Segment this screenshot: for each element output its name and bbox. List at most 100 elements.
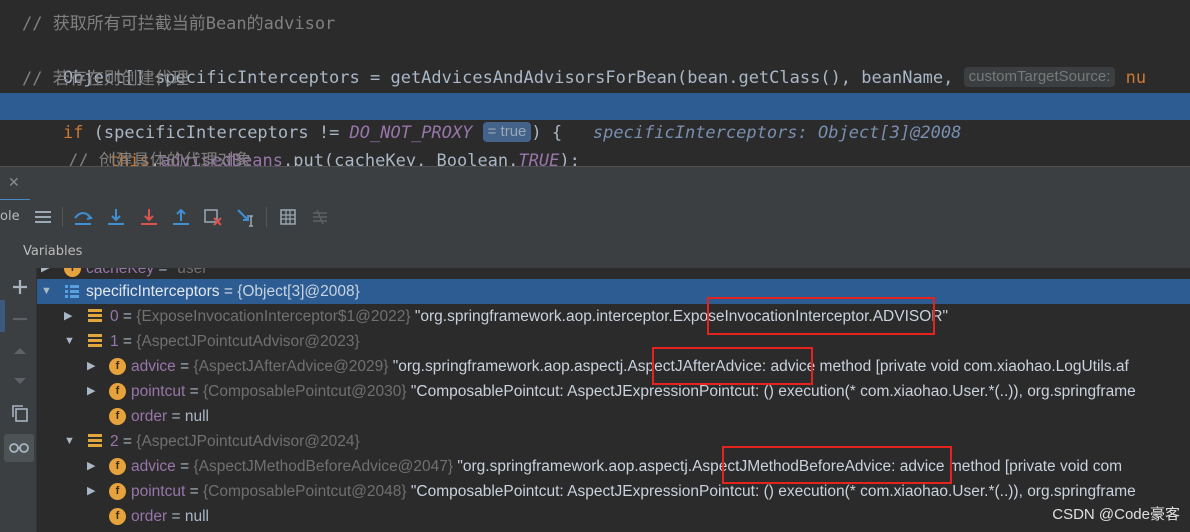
var-eq: = [118, 333, 137, 350]
remove-watch-icon[interactable] [9, 308, 31, 330]
var-ref: {ComposablePointcut@2030} [202, 383, 407, 400]
highlight-box-before-advice [722, 446, 952, 484]
var-eq: = [154, 268, 172, 277]
var-string: "ComposablePointcut: AspectJExpressionPo… [406, 483, 1136, 500]
variables-title: Variables [23, 244, 83, 259]
expand-arrow-icon[interactable]: ▶ [87, 479, 95, 504]
array-element-icon [88, 334, 102, 348]
var-name: pointcut [131, 383, 186, 400]
var-ref: {ComposablePointcut@2048} [202, 483, 407, 500]
tree-row-order[interactable]: f order = null [37, 404, 1190, 429]
field-icon: f [109, 483, 126, 500]
var-name: 1 [110, 333, 119, 350]
var-string: "org.springframework.aop.aspect [388, 358, 620, 375]
var-ref: {AspectJPointcutAdvisor@2024} [136, 433, 360, 450]
var-eq: = [167, 508, 185, 525]
array-icon [65, 285, 79, 298]
tree-row-pointcut[interactable]: ▶ f pointcut = {ComposablePointcut@2048}… [37, 479, 1190, 504]
code-comment-line: // 创建具体的代理对象 [68, 151, 252, 166]
field-icon: f [109, 358, 126, 375]
var-name: specificInterceptors [86, 283, 220, 300]
field-icon: f [109, 383, 126, 400]
add-watch-icon[interactable] [9, 276, 31, 298]
expand-arrow-icon[interactable]: ▶ [87, 379, 95, 404]
variables-side-toolbar [0, 268, 37, 532]
field-icon: f [109, 508, 126, 525]
expand-arrow-icon[interactable]: ▶ [64, 304, 72, 329]
code-comment-line: // 若存在则创建代理 [22, 69, 189, 89]
code-text: ); [559, 151, 580, 166]
glasses-button[interactable] [4, 434, 34, 462]
toolbar-separator [62, 207, 63, 227]
var-eq: = [219, 283, 238, 300]
var-string: "org.springframework.aop.aspect [453, 458, 685, 475]
var-ref: {Object[3]@2008} [237, 283, 360, 300]
tree-row-specific-interceptors[interactable]: ▼ specificInterceptors = {Object[3]@2008… [37, 279, 1190, 304]
glasses-icon [9, 443, 29, 453]
var-value: null [184, 408, 209, 425]
variables-header: Variables [0, 234, 1190, 268]
var-name: advice [131, 458, 176, 475]
force-step-into-icon[interactable] [138, 206, 160, 228]
constant-true: TRUE [518, 151, 560, 166]
var-string: advice method [private void com.xiaohao.… [766, 358, 1129, 375]
collapse-arrow-icon[interactable]: ▼ [64, 329, 75, 354]
step-out-icon[interactable] [170, 206, 192, 228]
tree-row-advice[interactable]: ▶ f advice = {AspectJMethodBeforeAdvice@… [37, 454, 1190, 479]
collapse-arrow-icon[interactable]: ▼ [64, 429, 75, 454]
var-eq: = [185, 383, 203, 400]
step-over-icon[interactable] [72, 206, 94, 228]
restore-layout-icon[interactable] [32, 206, 54, 228]
tree-row-index-1[interactable]: ▼ 1 = {AspectJPointcutAdvisor@2023} [37, 329, 1190, 354]
code-text: Object[] specificInterceptors = getAdvic… [62, 68, 954, 88]
expand-arrow-icon[interactable]: ▶ [87, 454, 95, 479]
copy-icon[interactable] [9, 402, 31, 424]
tree-row-index-2[interactable]: ▼ 2 = {AspectJPointcutAdvisor@2024} [37, 429, 1190, 454]
toolbar-separator [266, 207, 267, 227]
tree-row-pointcut[interactable]: ▶ f pointcut = {ComposablePointcut@2030}… [37, 379, 1190, 404]
tree-row-order[interactable]: f order = null [37, 504, 1190, 529]
watermark: CSDN @Code豪客 [1052, 506, 1180, 523]
move-down-icon[interactable] [9, 370, 31, 392]
var-ref: {AspectJMethodBeforeAdvice@2047} [193, 458, 454, 475]
code-text: .put(cacheKey, Boolean. [282, 151, 519, 166]
var-eq: = [175, 358, 194, 375]
step-into-icon[interactable] [105, 206, 127, 228]
var-name: order [131, 508, 168, 525]
var-eq: = [185, 483, 203, 500]
highlight-box-expose-invocation [707, 297, 935, 335]
debug-panel-tabbar: ✕ [0, 166, 1190, 201]
close-icon[interactable]: ✕ [8, 175, 20, 191]
code-line-current-execution: if (specificInterceptors != DO_NOT_PROXY… [0, 93, 1190, 143]
evaluate-icon[interactable] [277, 206, 299, 228]
variables-tree[interactable]: ▶ f cacheKey = "user" ▼ specificIntercep… [37, 268, 1190, 532]
highlight-box-after-advice [652, 347, 813, 385]
tree-row-advice[interactable]: ▶ f advice = {AspectJAfterAdvice@2029} "… [37, 354, 1190, 379]
frames-panel-edge [0, 300, 5, 332]
var-eq: = [118, 433, 137, 450]
drop-frame-icon[interactable] [202, 206, 224, 228]
var-ref: {AspectJAfterAdvice@2029} [193, 358, 389, 375]
code-tail: nu [1125, 68, 1147, 88]
code-comment-line: // 获取所有可拦截当前Bean的advisor [22, 14, 336, 34]
trace-icon[interactable] [309, 206, 331, 228]
var-ref: {AspectJPointcutAdvisor@2023} [136, 333, 360, 350]
code-editor[interactable]: // 获取所有可拦截当前Bean的advisor Object[] specif… [0, 0, 1190, 166]
field-icon: f [64, 268, 81, 277]
var-eq: = [167, 408, 185, 425]
array-element-icon [88, 434, 102, 448]
run-to-cursor-icon[interactable] [235, 206, 257, 228]
param-hint: customTargetSource: [963, 67, 1116, 87]
tree-row-index-0[interactable]: ▶ 0 = {ExposeInvocationInterceptor$1@202… [37, 304, 1190, 329]
move-up-icon[interactable] [9, 340, 31, 362]
console-tab-fragment[interactable]: ole [0, 209, 20, 224]
var-eq: = [175, 458, 194, 475]
var-name: advice [131, 358, 176, 375]
expand-arrow-icon[interactable]: ▶ [87, 354, 95, 379]
var-name: pointcut [131, 483, 186, 500]
var-string: "org.springframework.aop.intercepto [410, 308, 665, 325]
var-string: "ComposablePointcut: AspectJExpressionPo… [406, 383, 1136, 400]
inline-debug-value: specificInterceptors: Object[3]@2008 [592, 123, 962, 143]
collapse-arrow-icon[interactable]: ▼ [41, 279, 52, 304]
var-name: cacheKey [86, 268, 155, 277]
